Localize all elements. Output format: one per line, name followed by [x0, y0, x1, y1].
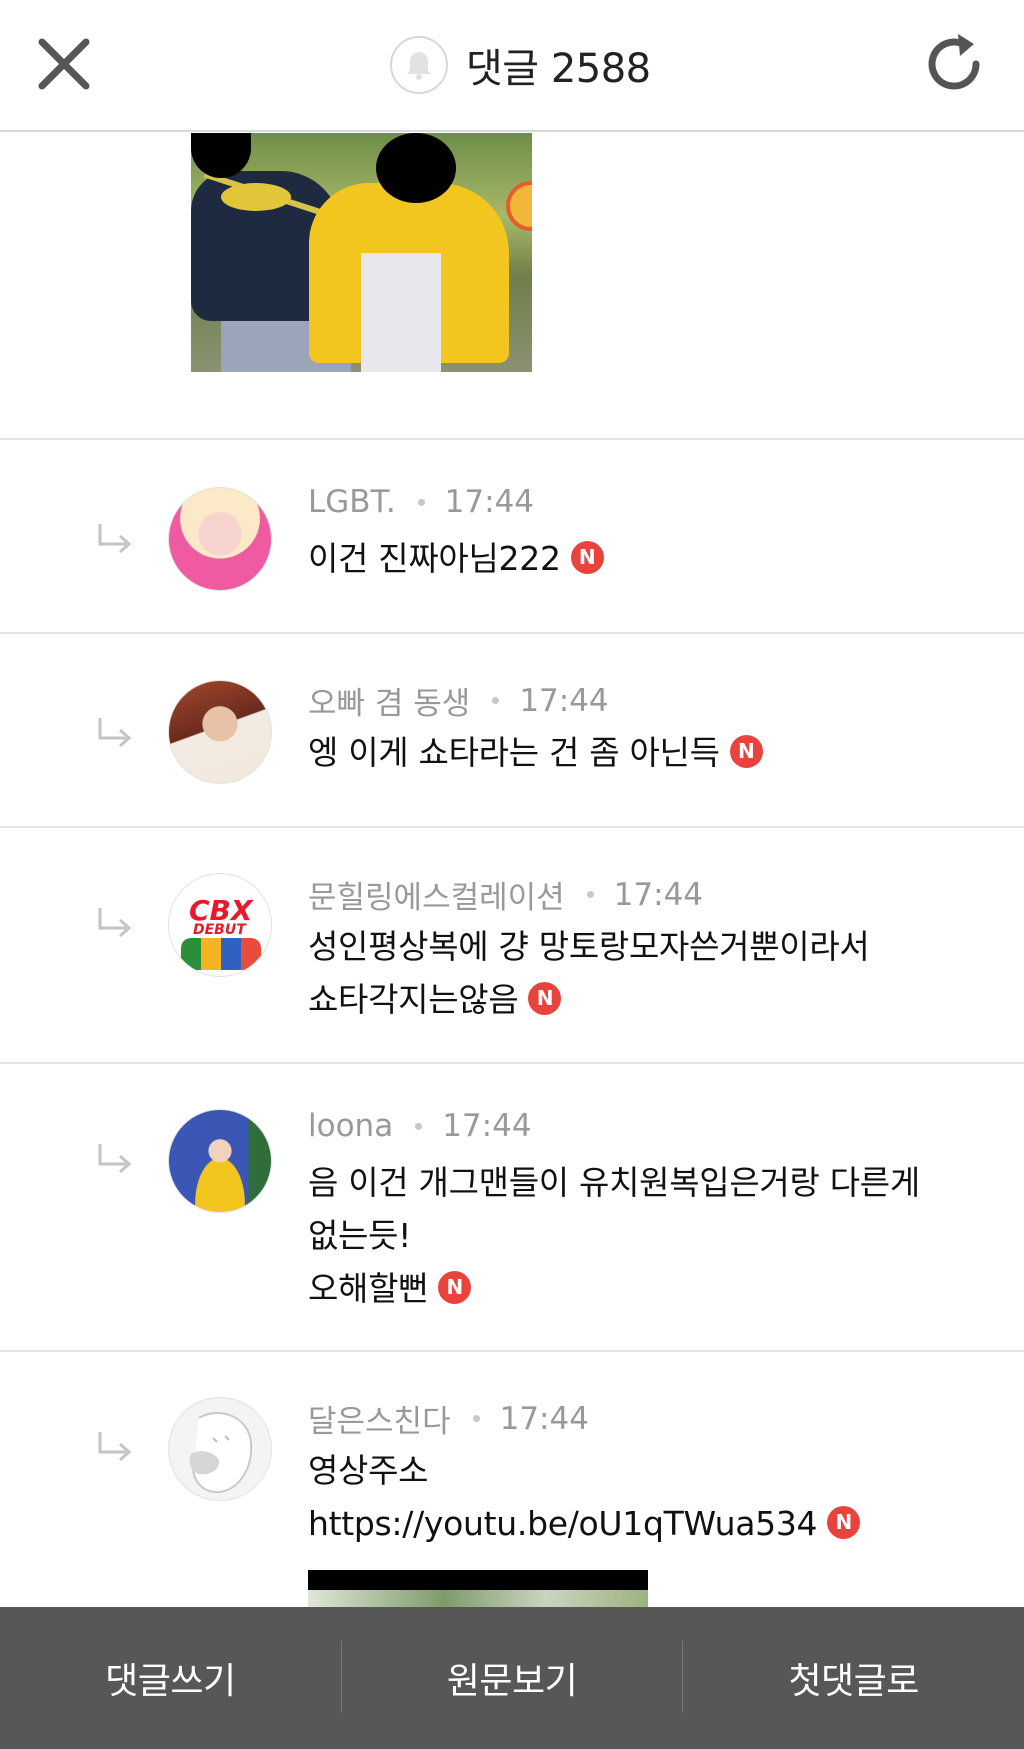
comment-meta: 오빠 겸 동생 17:44 [308, 678, 609, 723]
comment-time: 17:44 [613, 876, 704, 913]
avatar[interactable] [168, 680, 272, 784]
comment-line: 엥 이게 쇼타라는 건 좀 아닌득 [308, 733, 720, 772]
photo-detail [361, 253, 441, 372]
write-comment-button[interactable]: 댓글쓰기 [0, 1607, 341, 1749]
comment-photo[interactable] [191, 133, 532, 372]
comment-line: 영상주소 [308, 1451, 429, 1490]
new-badge: N [570, 541, 604, 574]
reply-arrow-icon [96, 716, 134, 750]
meta-separator [472, 1415, 480, 1422]
comment-author[interactable]: 달은스친다 [308, 1396, 451, 1441]
default-avatar-icon [171, 1400, 271, 1500]
meta-separator [417, 498, 425, 506]
avatar[interactable] [168, 1109, 272, 1213]
divider [0, 632, 1024, 634]
comment-meta: LGBT. 17:44 [308, 484, 534, 520]
refresh-button[interactable] [920, 28, 990, 98]
meta-separator [415, 1122, 423, 1130]
close-button[interactable] [34, 34, 94, 94]
divider [0, 1062, 1024, 1064]
new-badge: N [528, 982, 562, 1015]
notification-bell-button[interactable] [390, 36, 448, 94]
comment-author[interactable]: 문힐링에스컬레이션 [308, 872, 565, 917]
comment-time: 17:44 [499, 1400, 589, 1437]
refresh-icon [928, 34, 980, 90]
divider [0, 438, 1024, 440]
comment-link[interactable]: https://youtu.be/oU1qTWua534 [308, 1504, 818, 1543]
reply-arrow-icon [96, 1142, 134, 1176]
comment-time: 17:44 [519, 682, 609, 719]
comment-line: 이건 진짜아님222 [308, 539, 561, 578]
new-badge: N [729, 735, 763, 768]
meta-separator [492, 697, 500, 704]
reply-arrow-icon [96, 906, 134, 940]
comment-author[interactable]: 오빠 겸 동생 [308, 678, 470, 723]
page-title: 댓글 2588 [466, 46, 651, 92]
new-badge: N [438, 1271, 472, 1304]
comment-line: 음 이건 개그맨들이 유치원복입은거랑 다른게 [308, 1163, 920, 1202]
new-badge: N [827, 1506, 861, 1539]
comment-text: 영상주소 https://youtu.be/oU1qTWua534 N [308, 1444, 861, 1550]
reply-arrow-icon [96, 522, 134, 556]
photo-detail [506, 181, 532, 231]
avatar[interactable]: CBX DEBUT [168, 873, 272, 977]
video-thumbnail[interactable] [308, 1570, 648, 1610]
photo-detail [376, 133, 456, 203]
comment-meta: 달은스친다 17:44 [308, 1396, 589, 1441]
comment-text: 성인평상복에 걍 망토랑모자쓴거뿐이라서 쇼타각지는않음 N [308, 920, 870, 1026]
photo-detail [221, 183, 291, 211]
divider [0, 1350, 1024, 1352]
avatar-logo-text: DEBUT [193, 922, 246, 938]
meta-separator [586, 891, 594, 898]
avatar[interactable] [168, 487, 272, 591]
avatar[interactable] [168, 1397, 272, 1501]
go-first-comment-button[interactable]: 첫댓글로 [683, 1607, 1024, 1749]
avatar-figures [181, 938, 261, 970]
reply-arrow-icon [96, 1430, 134, 1464]
comment-author[interactable]: loona [308, 1108, 393, 1144]
comment-line: 쇼타각지는않음 [308, 980, 519, 1019]
header-title-group: 댓글 2588 [390, 34, 651, 96]
comment-text: 이건 진짜아님222 N [308, 532, 604, 585]
divider [0, 826, 1024, 828]
bottom-action-bar: 댓글쓰기 원문보기 첫댓글로 [0, 1607, 1024, 1749]
bell-icon [407, 52, 431, 80]
comment-time: 17:44 [444, 484, 535, 520]
comment-meta: 문힐링에스컬레이션 17:44 [308, 872, 703, 917]
comment-line: 없는듯! [308, 1216, 412, 1255]
close-icon [38, 38, 90, 90]
comment-meta: loona 17:44 [308, 1108, 532, 1144]
comment-line: 오해할뻔 [308, 1269, 429, 1308]
comment-line: 성인평상복에 걍 망토랑모자쓴거뿐이라서 [308, 927, 870, 966]
comment-text: 음 이건 개그맨들이 유치원복입은거랑 다른게 없는듯! 오해할뻔 N [308, 1156, 920, 1315]
comment-author[interactable]: LGBT. [308, 484, 396, 520]
comment-time: 17:44 [442, 1108, 532, 1144]
view-original-button[interactable]: 원문보기 [342, 1607, 683, 1749]
comment-text: 엥 이게 쇼타라는 건 좀 아닌득 N [308, 726, 763, 779]
top-bar: 댓글 2588 [0, 0, 1024, 132]
